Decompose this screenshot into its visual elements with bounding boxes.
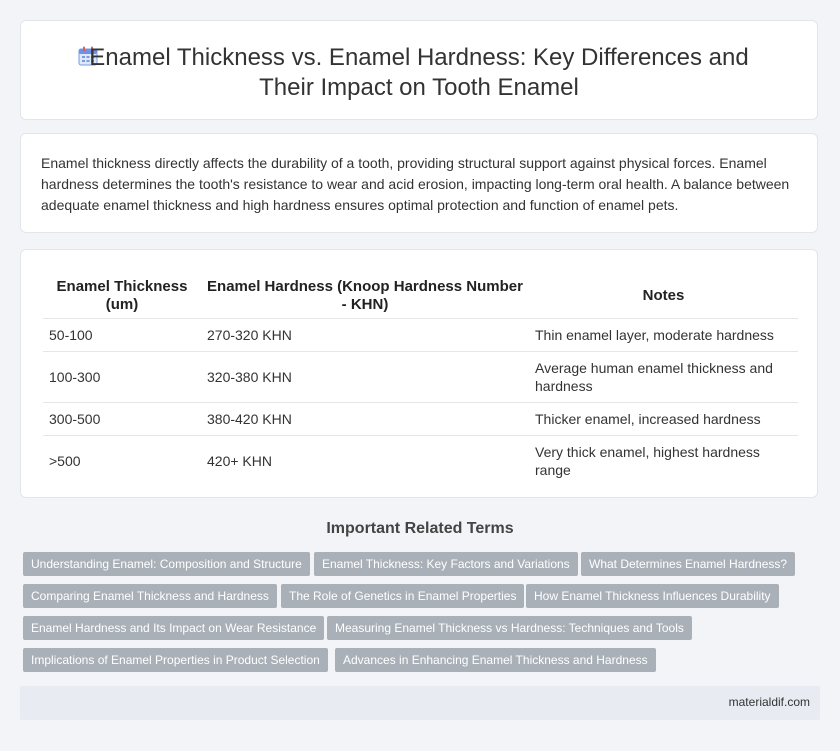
comparison-table: Enamel Thickness (um) Enamel Hardness (K… — [43, 274, 798, 486]
table-cell: 100-300 — [43, 351, 201, 403]
intro-card: Enamel thickness directly affects the du… — [20, 133, 818, 233]
table-cell: >500 — [43, 435, 201, 486]
table-cell: 380-420 KHN — [201, 402, 529, 436]
related-term-tag[interactable]: The Role of Genetics in Enamel Propertie… — [281, 584, 525, 608]
related-terms-title: Important Related Terms — [326, 520, 514, 537]
related-term-tag[interactable]: Enamel Thickness: Key Factors and Variat… — [314, 552, 578, 576]
table-cell: Thicker enamel, increased hardness — [529, 402, 798, 436]
table-cell: Thin enamel layer, moderate hardness — [529, 318, 798, 352]
title-card: Enamel Thickness vs. Enamel Hardness: Ke… — [20, 20, 818, 120]
related-term-tag[interactable]: How Enamel Thickness Influences Durabili… — [526, 584, 779, 608]
related-term-tag[interactable]: Understanding Enamel: Composition and St… — [23, 552, 310, 576]
column-header-notes: Notes — [642, 287, 685, 304]
related-term-tag[interactable]: Enamel Hardness and Its Impact on Wear R… — [23, 616, 325, 640]
table-card: Enamel Thickness (um) Enamel Hardness (K… — [20, 249, 818, 498]
related-term-tag[interactable]: Advances in Enhancing Enamel Thickness a… — [335, 648, 656, 672]
column-header-thickness: Enamel Thickness (um) — [56, 278, 188, 313]
intro-text: Enamel thickness directly affects the du… — [41, 155, 790, 213]
table-cell: Average human enamel thickness and hardn… — [529, 351, 798, 403]
table-cell: 300-500 — [43, 402, 201, 436]
table-cell: 270-320 KHN — [201, 318, 529, 352]
related-term-tag[interactable]: Implications of Enamel Properties in Pro… — [23, 648, 328, 672]
footer-site-link[interactable]: materialdif.com — [729, 695, 810, 709]
table-cell: Very thick enamel, highest hardness rang… — [529, 435, 798, 486]
related-term-tag[interactable]: Measuring Enamel Thickness vs Hardness: … — [327, 616, 692, 640]
table-header-row: Enamel Thickness (um) Enamel Hardness (K… — [43, 274, 798, 319]
related-term-tag[interactable]: Comparing Enamel Thickness and Hardness — [23, 584, 277, 608]
table-row: 100-300 320-380 KHN Average human enamel… — [43, 351, 798, 403]
page-title: Enamel Thickness vs. Enamel Hardness: Ke… — [89, 44, 749, 101]
table-row: 300-500 380-420 KHN Thicker enamel, incr… — [43, 402, 798, 436]
table-row: 50-100 270-320 KHN Thin enamel layer, mo… — [43, 318, 798, 352]
table-cell: 420+ KHN — [201, 435, 529, 486]
related-term-tag[interactable]: What Determines Enamel Hardness? — [581, 552, 796, 576]
table-row: >500 420+ KHN Very thick enamel, highest… — [43, 435, 798, 486]
table-cell: 50-100 — [43, 318, 201, 352]
column-header-hardness: Enamel Hardness (Knoop Hardness Number -… — [207, 278, 523, 313]
footer: materialdif.com — [20, 686, 820, 720]
table-cell: 320-380 KHN — [201, 351, 529, 403]
